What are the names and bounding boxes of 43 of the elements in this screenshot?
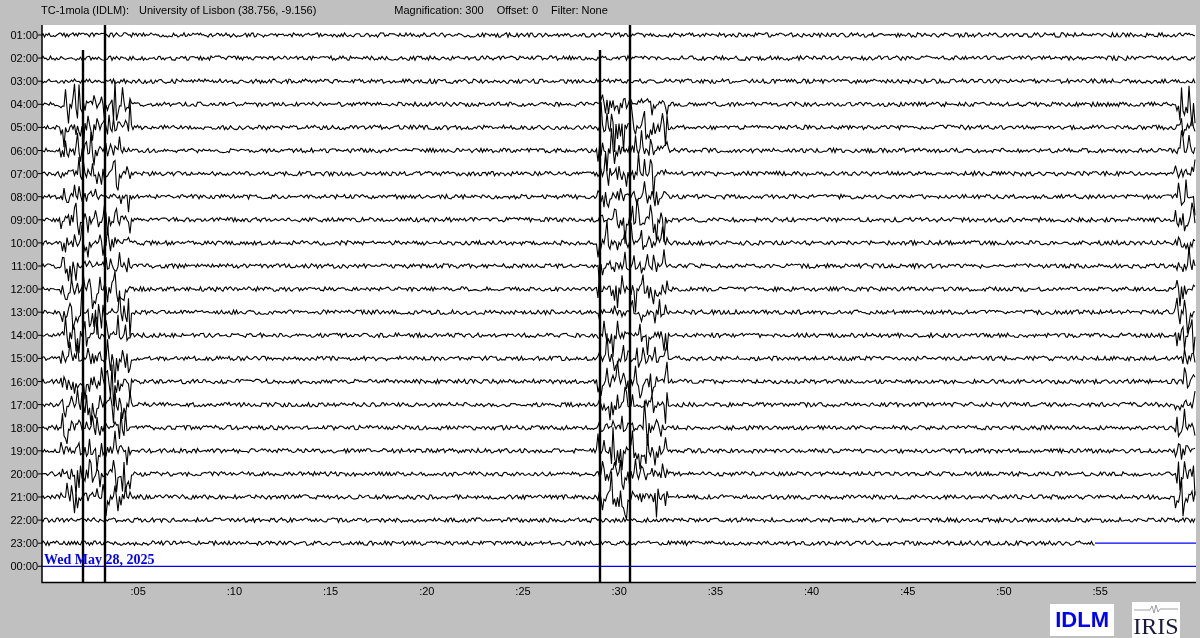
logo-text: IRIS — [1133, 614, 1179, 638]
row-time-label: 15:00 — [10, 352, 38, 365]
x-tick-label: :05 — [130, 585, 146, 598]
row-time-label: 08:00 — [10, 190, 38, 203]
station-label: TC-1mola (IDLM): — [41, 2, 129, 18]
row-time-label: 22:00 — [10, 514, 38, 527]
row-time-label: 16:00 — [10, 375, 38, 388]
row-time-label: 14:00 — [10, 329, 38, 342]
station-logo: IDLM — [1050, 604, 1114, 636]
row-time-label: 07:00 — [10, 167, 38, 180]
x-tick-label: :30 — [611, 585, 627, 598]
x-tick-label: :45 — [900, 585, 916, 598]
row-time-label: 05:00 — [10, 121, 38, 134]
magnification-label: Magnification: 300 — [394, 2, 484, 18]
row-time-label: 13:00 — [10, 306, 38, 319]
row-time-label: 01:00 — [10, 29, 38, 41]
x-tick-label: :50 — [996, 585, 1012, 598]
offset-label: Offset: 0 — [496, 2, 538, 18]
location-label: University of Lisbon (38.756, -9.156) — [139, 2, 317, 18]
row-time-label: 23:00 — [10, 537, 38, 550]
row-time-label: 19:00 — [10, 444, 38, 457]
x-tick-label: :35 — [707, 585, 724, 598]
x-tick-label: :55 — [1092, 585, 1108, 598]
x-tick-label: :10 — [226, 585, 243, 598]
x-tick-label: :15 — [322, 585, 339, 598]
row-time-label: 03:00 — [10, 75, 38, 88]
x-tick-label: :20 — [419, 585, 435, 598]
x-tick-label: :25 — [515, 585, 531, 598]
row-time-label: 17:00 — [10, 398, 38, 411]
x-tick-label: :40 — [803, 585, 820, 598]
filter-label: Filter: None — [551, 2, 608, 18]
row-time-label: 12:00 — [10, 283, 38, 296]
row-time-label: 02:00 — [10, 52, 38, 65]
row-time-label: 10:00 — [10, 236, 38, 249]
wave-icon — [1134, 604, 1178, 614]
row-time-label: 00:00 — [10, 560, 38, 573]
row-time-label: 04:00 — [10, 98, 38, 111]
row-time-label: 18:00 — [10, 421, 38, 434]
row-time-label: 09:00 — [10, 213, 38, 226]
row-time-label: 11:00 — [11, 260, 38, 272]
row-time-label: 20:00 — [10, 467, 38, 480]
row-time-label: 21:00 — [10, 491, 38, 503]
row-time-label: 06:00 — [10, 144, 38, 157]
